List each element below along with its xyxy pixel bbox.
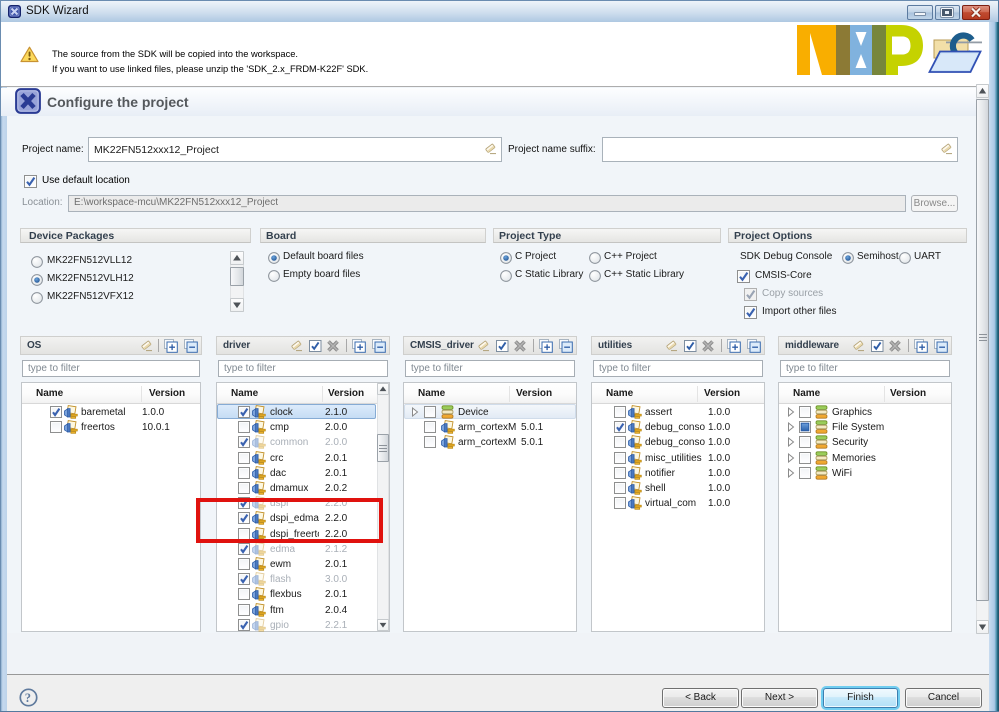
svg-text:?: ?	[25, 691, 31, 705]
